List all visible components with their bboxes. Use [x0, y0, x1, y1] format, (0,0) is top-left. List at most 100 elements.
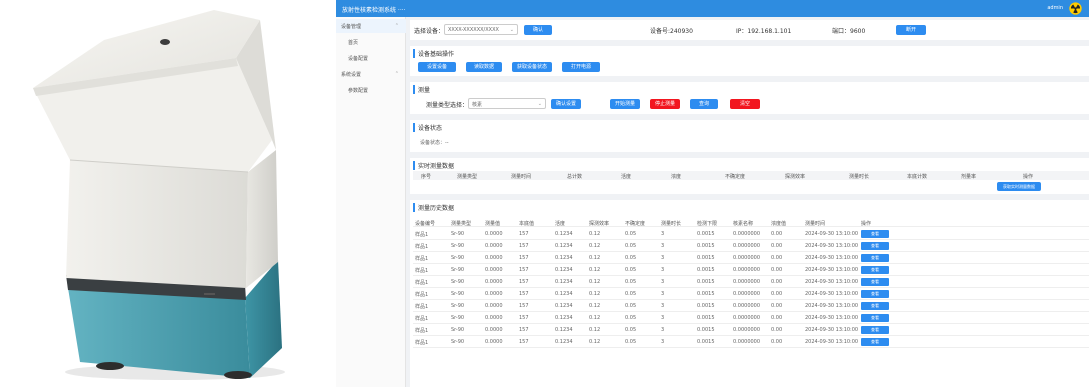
realtime-card: 实时测量数据 序号 测量类型 测量时间 总计数 活度 浓度 不确定度 探测效率 …	[410, 158, 1089, 194]
view-row-button[interactable]: 查看	[861, 278, 889, 286]
column-header: 总计数	[567, 174, 583, 180]
table-cell: 0.1234	[555, 243, 573, 249]
sidebar-item-system-settings[interactable]: 系统设置 ⌃	[336, 67, 406, 81]
table-cell: 0.05	[625, 303, 637, 309]
sidebar-item-param-config[interactable]: 参数配置	[336, 83, 406, 97]
table-cell: 0.1234	[555, 255, 573, 261]
read-data-button[interactable]: 读取数据	[466, 62, 502, 72]
table-cell: 0.0015	[697, 303, 715, 309]
confirm-device-button[interactable]: 确认	[524, 25, 552, 35]
device-select[interactable]: XXXX-XXXXXX/XXXX ⌄	[444, 24, 518, 35]
table-cell: 0.0000	[485, 327, 503, 333]
table-cell: 0.1234	[555, 327, 573, 333]
table-cell: 3	[661, 243, 665, 249]
view-row-button[interactable]: 查看	[861, 230, 889, 238]
table-cell: 0.05	[625, 231, 637, 237]
table-cell: 157	[519, 339, 529, 345]
detector-device-image	[33, 10, 285, 380]
table-cell: 2024-09-30 13:10:00	[805, 327, 859, 333]
table-cell: 2024-09-30 13:10:00	[805, 243, 859, 249]
table-cell: 0.05	[625, 279, 637, 285]
sidebar-item-label: 设备管理	[341, 24, 362, 30]
table-cell: 3	[661, 315, 665, 321]
basic-ops-card: 设备基础操作 设置设备 读取数据 获取设备状态 打开电源	[410, 46, 1089, 76]
sidebar-item-device-config[interactable]: 设备配置	[336, 51, 406, 65]
table-cell: 0.0000	[485, 291, 503, 297]
view-row-button[interactable]: 查看	[861, 266, 889, 274]
confirm-setting-button[interactable]: 确认设置	[551, 99, 581, 109]
table-cell: 0.05	[625, 327, 637, 333]
table-cell: 0.12	[589, 279, 601, 285]
measure-title: 测量	[413, 85, 430, 94]
set-device-button[interactable]: 设置设备	[418, 62, 456, 72]
table-cell: Sr-90	[451, 243, 465, 249]
table-cell: 2024-09-30 13:10:00	[805, 279, 859, 285]
start-measure-button[interactable]: 开始测量	[610, 99, 640, 109]
table-cell: 0.00	[771, 279, 783, 285]
sidebar-item-label: 系统设置	[341, 72, 362, 78]
table-cell: 0.0000000	[733, 303, 761, 309]
table-cell: 0.12	[589, 291, 601, 297]
table-cell: 0.05	[625, 315, 637, 321]
history-table-header: 设备编号 测量类型 测量值 本底值 活度 探测效率 不确定度 测量时长 检测下限…	[413, 218, 1089, 227]
get-device-status-button[interactable]: 获取设备状态	[512, 62, 552, 72]
view-row-button[interactable]: 查看	[861, 254, 889, 262]
table-cell: 0.00	[771, 243, 783, 249]
table-cell: 157	[519, 303, 529, 309]
realtime-table-header: 序号 测量类型 测量时间 总计数 活度 浓度 不确定度 探测效率 测量时长 本底…	[413, 171, 1089, 180]
radiation-icon[interactable]	[1069, 2, 1082, 15]
device-select-value: XXXX-XXXXXX/XXXX	[448, 27, 499, 33]
table-cell: 0.00	[771, 231, 783, 237]
table-cell: 0.05	[625, 243, 637, 249]
table-cell: 157	[519, 315, 529, 321]
table-cell: 0.1234	[555, 267, 573, 273]
stop-measure-button[interactable]: 停止测量	[650, 99, 680, 109]
sidebar-item-home[interactable]: 首页	[336, 35, 406, 49]
get-realtime-data-button[interactable]: 获取实时测量数据	[997, 182, 1041, 191]
table-cell: Sr-90	[451, 231, 465, 237]
table-cell: 0.0015	[697, 231, 715, 237]
chevron-down-icon: ⌄	[509, 27, 514, 33]
table-cell: 3	[661, 339, 665, 345]
device-bar: 选择设备： XXXX-XXXXXX/XXXX ⌄ 确认 设备号:240930 I…	[410, 20, 1089, 40]
view-row-button[interactable]: 查看	[861, 290, 889, 298]
table-cell: 2024-09-30 13:10:00	[805, 231, 859, 237]
table-cell: 0.00	[771, 255, 783, 261]
table-cell: 3	[661, 231, 665, 237]
table-row: 样品1 Sr-90 0.0000 157 0.1234 0.12 0.05 3 0.0015 0.…	[413, 288, 1089, 300]
measure-type-select[interactable]: 核素 ⌄	[468, 98, 546, 109]
query-button[interactable]: 查询	[690, 99, 718, 109]
table-cell: 157	[519, 267, 529, 273]
table-cell: 0.0000	[485, 315, 503, 321]
view-row-button[interactable]: 查看	[861, 242, 889, 250]
measure-type-label: 测量类型选择：	[426, 102, 469, 109]
table-cell: 157	[519, 255, 529, 261]
power-on-button[interactable]: 打开电源	[562, 62, 600, 72]
table-cell: 157	[519, 231, 529, 237]
view-row-button[interactable]: 查看	[861, 302, 889, 310]
app-window: 放射性核素检测系统 ···· admin 设备管理 ⌃ 首页 设备配置 系统设置…	[336, 0, 1089, 387]
clear-button[interactable]: 清空	[730, 99, 760, 109]
user-name[interactable]: admin	[1047, 5, 1063, 11]
sidebar-item-label: 参数配置	[348, 88, 369, 94]
column-header: 测量类型	[457, 174, 478, 180]
basic-ops-title: 设备基础操作	[413, 49, 454, 58]
device-status-text: 设备状态：--	[420, 140, 449, 146]
table-cell: 0.1234	[555, 279, 573, 285]
table-cell: 0.0000000	[733, 243, 761, 249]
column-header: 活度	[555, 221, 566, 227]
view-row-button[interactable]: 查看	[861, 326, 889, 334]
view-row-button[interactable]: 查看	[861, 314, 889, 322]
sidebar-item-device-management[interactable]: 设备管理 ⌃	[336, 19, 406, 33]
table-cell: 0.12	[589, 339, 601, 345]
table-cell: Sr-90	[451, 255, 465, 261]
table-cell: 0.1234	[555, 315, 573, 321]
column-header: 测量时间	[805, 221, 826, 227]
column-header: 本底值	[519, 221, 535, 227]
table-cell: 0.00	[771, 339, 783, 345]
table-cell: Sr-90	[451, 303, 465, 309]
view-row-button[interactable]: 查看	[861, 338, 889, 346]
device-select-label: 选择设备：	[414, 28, 445, 35]
disconnect-button[interactable]: 断开	[896, 25, 926, 35]
table-row: 样品1 Sr-90 0.0000 157 0.1234 0.12 0.05 3 0.0015 0.…	[413, 252, 1089, 264]
